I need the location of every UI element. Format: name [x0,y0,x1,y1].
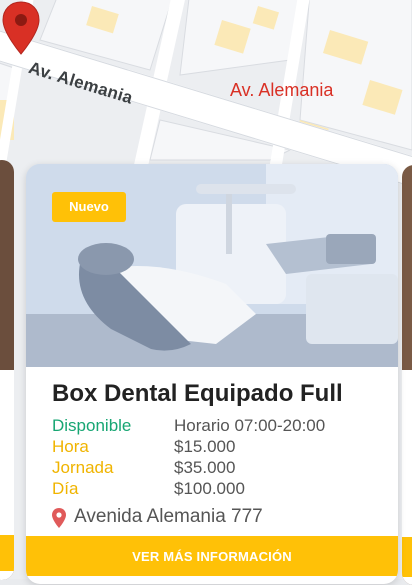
price-value: $35.000 [174,458,236,477]
carousel-card-next-button[interactable] [402,537,412,577]
price-label: Jornada [52,458,114,477]
address-text: Avenida Alemania 777 [74,506,263,527]
listing-card[interactable]: Nuevo Box Dental Equipado Full Disponibl… [26,164,398,584]
schedule-text: Horario 07:00-20:00 [174,416,326,435]
price-value: $100.000 [174,479,245,498]
map-pin-icon[interactable] [0,0,42,58]
listing-photo: Nuevo [26,164,398,367]
new-badge: Nuevo [52,192,126,222]
carousel-card-previous-button[interactable] [0,535,14,571]
carousel-card-previous[interactable] [0,160,14,580]
map-pin-label: Av. Alemania [230,80,334,100]
listing-title: Box Dental Equipado Full [52,380,343,407]
price-value: $15.000 [174,437,236,456]
carousel-card-next[interactable] [402,165,412,585]
price-label: Hora [52,437,89,456]
more-info-button[interactable]: VER MÁS INFORMACIÓN [26,536,398,576]
location-pin-icon [52,508,66,528]
price-label: Día [52,479,79,498]
availability-status: Disponible [52,416,132,435]
